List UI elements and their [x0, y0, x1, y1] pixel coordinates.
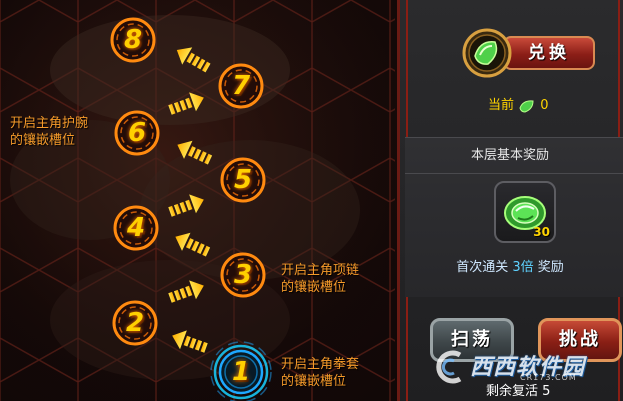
challenge-button[interactable]: 挑战: [538, 318, 622, 362]
path-arrow-1-2: [168, 326, 210, 358]
stage-map: 8 7 6 5 4 3 2 1 开启主角护腕 的镶嵌槽位 开启主角项链 的镶嵌槽…: [0, 0, 395, 401]
divider: [405, 173, 623, 174]
stage-node-6[interactable]: 6: [113, 109, 161, 157]
hint-line: 开启主角拳套: [281, 357, 360, 372]
path-arrow-6-7: [166, 88, 208, 120]
hint-line: 的镶嵌槽位: [281, 280, 347, 295]
redeem-button[interactable]: 兑换: [503, 36, 595, 70]
currency-balance: 当前 0: [488, 97, 549, 115]
stage-node-4[interactable]: 4: [112, 204, 160, 252]
reward-count: 30: [533, 225, 550, 239]
unlock-hint-stage-1: 开启主角拳套 的镶嵌槽位: [281, 356, 359, 390]
stage-number: 4: [126, 213, 146, 243]
stage-number: 8: [123, 25, 143, 55]
path-arrow-2-3: [166, 276, 208, 308]
path-arrows: [166, 41, 215, 358]
first-clear-prefix: 首次通关: [456, 260, 509, 275]
green-leaf-gem-icon: [519, 99, 534, 113]
green-gem-medallion-icon[interactable]: [462, 28, 512, 78]
divider: [405, 137, 623, 138]
first-clear-bonus: 首次通关 3倍 奖励: [405, 259, 615, 277]
reward-title: 本层基本奖励: [470, 148, 549, 163]
path-arrow-5-6: [173, 135, 215, 170]
game-screen: 8 7 6 5 4 3 2 1 开启主角护腕 的镶嵌槽位 开启主角项链 的镶嵌槽…: [0, 0, 623, 401]
stage-number: 2: [125, 308, 145, 338]
stage-node-1-current[interactable]: 1: [210, 341, 272, 401]
stage-node-2[interactable]: 2: [111, 299, 159, 347]
unlock-hint-stage-3: 开启主角项链 的镶嵌槽位: [281, 262, 359, 296]
unlock-hint-stage-6: 开启主角护腕 的镶嵌槽位: [10, 115, 88, 149]
stage-node-3[interactable]: 3: [219, 251, 267, 299]
stage-number: 5: [233, 165, 253, 195]
stage-number: 7: [231, 71, 251, 101]
hint-line: 开启主角护腕: [10, 116, 89, 131]
hint-line: 开启主角项链: [281, 263, 360, 278]
revives-remaining: 剩余复活 5: [486, 383, 550, 401]
path-arrow-3-4: [171, 227, 213, 262]
first-clear-suffix: 奖励: [537, 260, 564, 275]
first-clear-multiplier: 3倍: [512, 260, 534, 275]
stage-node-8[interactable]: 8: [109, 16, 157, 64]
stage-number: 3: [233, 260, 253, 290]
hint-line: 的镶嵌槽位: [10, 133, 76, 148]
reward-item-slot[interactable]: 30: [494, 181, 556, 243]
revive-count: 5: [542, 384, 551, 399]
stage-node-7[interactable]: 7: [217, 62, 265, 110]
revive-label: 剩余复活: [486, 384, 539, 399]
current-value: 0: [540, 98, 549, 113]
hint-line: 的镶嵌槽位: [281, 374, 347, 389]
sweep-button[interactable]: 扫荡: [430, 318, 514, 362]
stage-number: 1: [231, 357, 251, 387]
path-arrow-7-8: [171, 41, 213, 77]
path-arrow-4-5: [166, 190, 208, 222]
current-label: 当前: [488, 98, 515, 113]
stage-number: 6: [127, 118, 147, 148]
stage-node-5[interactable]: 5: [219, 156, 267, 204]
